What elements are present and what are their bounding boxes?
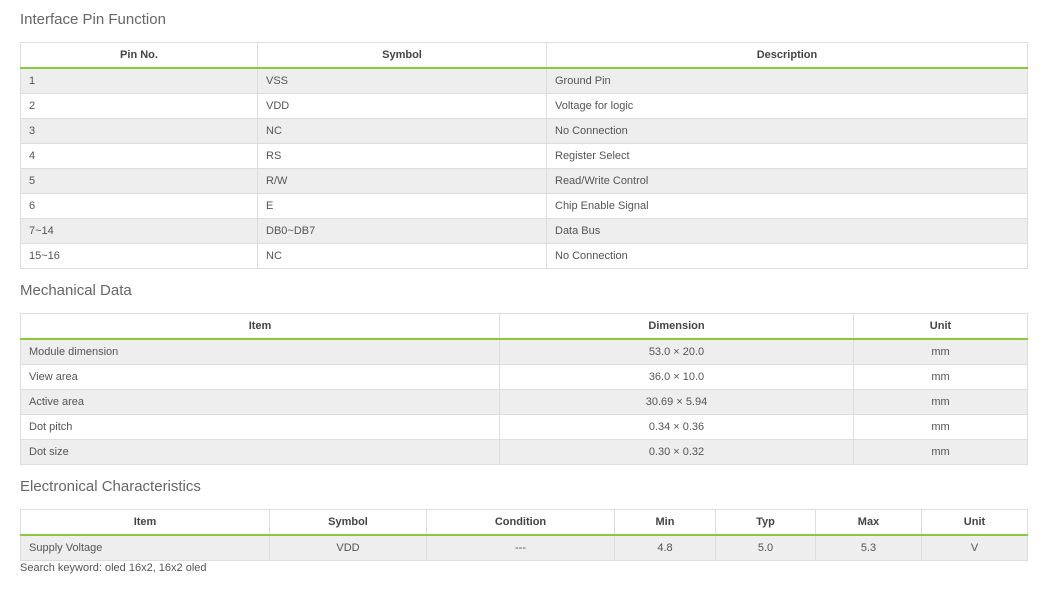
mech-section-title: Mechanical Data [20, 282, 132, 299]
mech-table-header-row: Item Dimension Unit [20, 313, 1028, 340]
mech-cell-dimension: 0.34 × 0.36 [499, 414, 854, 440]
table-row: 4 RS Register Select [20, 143, 1028, 169]
table-row: 15~16 NC No Connection [20, 243, 1028, 269]
pin-cell-description: Data Bus [546, 218, 1028, 244]
mech-cell-item: Dot size [20, 439, 500, 465]
elec-cell-typ: 5.0 [715, 534, 816, 561]
elec-header-max: Max [815, 509, 922, 536]
elec-cell-unit: V [921, 534, 1028, 561]
elec-header-min: Min [614, 509, 716, 536]
mech-table: Item Dimension Unit Module dimension 53.… [20, 313, 1028, 465]
table-row: Dot size 0.30 × 0.32 mm [20, 439, 1028, 465]
table-row: 6 E Chip Enable Signal [20, 193, 1028, 219]
pin-cell-symbol: DB0~DB7 [257, 218, 547, 244]
pin-cell-symbol: NC [257, 243, 547, 269]
pin-cell-description: Read/Write Control [546, 168, 1028, 194]
table-row: 7~14 DB0~DB7 Data Bus [20, 218, 1028, 244]
mech-cell-dimension: 53.0 × 20.0 [499, 338, 854, 365]
table-row: 5 R/W Read/Write Control [20, 168, 1028, 194]
pin-cell-description: Chip Enable Signal [546, 193, 1028, 219]
elec-cell-condition: --- [426, 534, 615, 561]
elec-cell-symbol: VDD [269, 534, 427, 561]
mech-cell-dimension: 30.69 × 5.94 [499, 389, 854, 415]
pin-cell-description: Register Select [546, 143, 1028, 169]
table-row: 1 VSS Ground Pin [20, 67, 1028, 94]
pin-cell-symbol: VSS [257, 67, 547, 94]
pin-cell-symbol: VDD [257, 93, 547, 119]
elec-table: Item Symbol Condition Min Typ Max Unit S… [20, 509, 1028, 561]
pin-cell-pin-no: 2 [20, 93, 258, 119]
pin-table: Pin No. Symbol Description 1 VSS Ground … [20, 42, 1028, 269]
search-keyword-text: Search keyword: oled 16x2, 16x2 oled [20, 562, 207, 574]
mech-cell-unit: mm [853, 439, 1028, 465]
table-row: Dot pitch 0.34 × 0.36 mm [20, 414, 1028, 440]
table-row: View area 36.0 × 10.0 mm [20, 364, 1028, 390]
elec-header-unit: Unit [921, 509, 1028, 536]
table-row: 3 NC No Connection [20, 118, 1028, 144]
pin-cell-symbol: RS [257, 143, 547, 169]
mech-cell-item: Active area [20, 389, 500, 415]
mech-cell-unit: mm [853, 414, 1028, 440]
pin-cell-symbol: NC [257, 118, 547, 144]
elec-section-title: Electronical Characteristics [20, 478, 201, 495]
pin-cell-pin-no: 1 [20, 67, 258, 94]
table-row: 2 VDD Voltage for logic [20, 93, 1028, 119]
elec-header-condition: Condition [426, 509, 615, 536]
pin-cell-pin-no: 3 [20, 118, 258, 144]
elec-table-header-row: Item Symbol Condition Min Typ Max Unit [20, 509, 1028, 536]
elec-cell-max: 5.3 [815, 534, 922, 561]
elec-cell-item: Supply Voltage [20, 534, 270, 561]
mech-header-item: Item [20, 313, 500, 340]
table-row: Active area 30.69 × 5.94 mm [20, 389, 1028, 415]
pin-section-title: Interface Pin Function [20, 11, 166, 28]
pin-table-header-row: Pin No. Symbol Description [20, 42, 1028, 69]
mech-cell-item: View area [20, 364, 500, 390]
mech-cell-unit: mm [853, 389, 1028, 415]
mech-header-dimension: Dimension [499, 313, 854, 340]
pin-cell-description: Voltage for logic [546, 93, 1028, 119]
pin-cell-description: No Connection [546, 118, 1028, 144]
pin-cell-pin-no: 6 [20, 193, 258, 219]
pin-cell-symbol: E [257, 193, 547, 219]
pin-header-pin-no: Pin No. [20, 42, 258, 69]
pin-cell-description: No Connection [546, 243, 1028, 269]
pin-cell-symbol: R/W [257, 168, 547, 194]
mech-cell-dimension: 36.0 × 10.0 [499, 364, 854, 390]
elec-header-symbol: Symbol [269, 509, 427, 536]
pin-cell-pin-no: 15~16 [20, 243, 258, 269]
mech-cell-unit: mm [853, 338, 1028, 365]
table-row: Supply Voltage VDD --- 4.8 5.0 5.3 V [20, 534, 1028, 561]
table-row: Module dimension 53.0 × 20.0 mm [20, 338, 1028, 365]
mech-cell-item: Module dimension [20, 338, 500, 365]
elec-cell-min: 4.8 [614, 534, 716, 561]
pin-cell-description: Ground Pin [546, 67, 1028, 94]
mech-cell-item: Dot pitch [20, 414, 500, 440]
pin-cell-pin-no: 5 [20, 168, 258, 194]
elec-header-typ: Typ [715, 509, 816, 536]
mech-header-unit: Unit [853, 313, 1028, 340]
pin-cell-pin-no: 4 [20, 143, 258, 169]
pin-header-description: Description [546, 42, 1028, 69]
mech-cell-unit: mm [853, 364, 1028, 390]
mech-cell-dimension: 0.30 × 0.32 [499, 439, 854, 465]
elec-header-item: Item [20, 509, 270, 536]
pin-header-symbol: Symbol [257, 42, 547, 69]
pin-cell-pin-no: 7~14 [20, 218, 258, 244]
